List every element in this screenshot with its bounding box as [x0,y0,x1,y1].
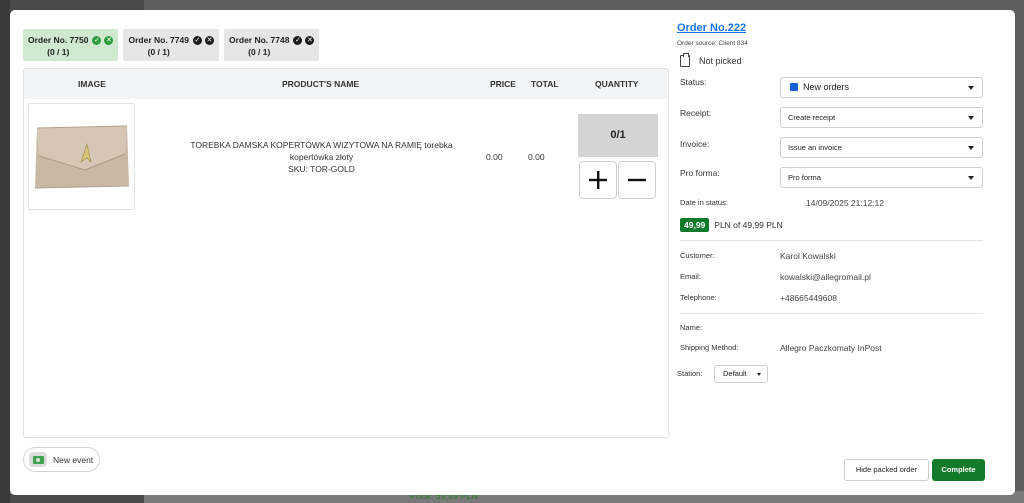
invoice-value: Issue an invoice [788,143,842,152]
product-table: IMAGE PRODUCT'S NAME PRICE TOTAL QUANTIT… [23,68,669,438]
paid-amount-badge: 49,99 [680,218,710,232]
plus-icon [589,171,607,189]
pick-status: Not picked [680,53,742,67]
caret-down-icon [968,176,974,180]
header-quantity: QUANTITY [595,79,639,89]
station-value: Default [723,369,747,378]
shipping-label: Shipping Method: [680,343,739,352]
telephone-label: Telephone: [680,293,717,302]
order-chip-title: Order No. 7749 [128,35,189,45]
product-price: 0.00 [486,152,503,162]
header-product-name: PRODUCT'S NAME [282,79,360,89]
cash-icon [29,452,47,467]
status-value: New orders [803,82,850,92]
date-value: 14/09/2025 21:12:12 [806,198,884,208]
close-icon[interactable]: ✕ [204,36,214,45]
email-value: kowalski@allegromail.pl [780,272,871,282]
check-icon: ✓ [92,36,102,45]
order-chip-title: Order No. 7750 [28,35,89,45]
product-name: TOREBKA DAMSKA KOPERTÓWKA WIZYTOWA NA RA… [190,140,453,162]
product-sku: SKU: TOR-GOLD [288,164,355,174]
divider [680,313,983,314]
decrement-button[interactable] [618,161,656,199]
order-chip-progress: (0 / 1) [47,47,70,57]
caret-down-icon [757,373,761,376]
status-color-icon [790,83,798,91]
order-chip-7750[interactable]: Order No. 7750 (0 / 1) ✓ ✕ [23,29,119,61]
paid-total-text: PLN of 49,99 PLN [714,220,783,230]
date-label: Date in status: [680,198,728,207]
station-select[interactable]: Default [714,365,768,383]
check-icon: ✓ [192,36,202,45]
customer-value: Karol Kowalski [780,251,836,261]
new-event-button[interactable]: New event [23,447,100,472]
close-icon[interactable]: ✕ [305,36,315,45]
divider [680,240,983,241]
order-source: Order source: Client 834 [677,40,748,47]
station-label: Station: [677,369,703,378]
table-row: TOREBKA DAMSKA KOPERTÓWKA WIZYTOWA NA RA… [24,99,668,219]
proforma-label: Pro forma: [680,168,720,178]
backdrop-left [0,0,10,503]
product-name-cell: TOREBKA DAMSKA KOPERTÓWKA WIZYTOWA NA RA… [169,139,474,175]
shipping-value: Allegro Paczkomaty InPost [780,343,882,353]
name-label: Name: [680,323,703,332]
receipt-select[interactable]: Create receipt [780,107,983,128]
email-label: Email: [680,272,701,281]
product-total: 0.00 [528,152,545,162]
caret-down-icon [968,86,974,90]
order-chip-7748[interactable]: Order No. 7748 (0 / 1) ✓ ✕ [223,29,320,61]
receipt-value: Create receipt [788,113,836,122]
order-chip-7749[interactable]: Order No. 7749 (0 / 1) ✓ ✕ [123,29,219,61]
close-icon[interactable]: ✕ [104,36,114,45]
order-chips: Order No. 7750 (0 / 1) ✓ ✕ Order No. 774… [23,29,320,61]
clipboard-icon [680,53,690,67]
pick-status-text: Not picked [699,56,742,66]
order-chip-progress: (0 / 1) [248,47,271,57]
customer-label: Customer: [680,251,715,260]
minus-icon [628,178,646,182]
product-image [28,103,135,210]
caret-down-icon [968,116,974,120]
invoice-label: Invoice: [680,139,710,149]
order-chip-title: Order No. 7748 [228,35,290,45]
order-modal: Order No. 7750 (0 / 1) ✓ ✕ Order No. 774… [10,10,1015,495]
increment-button[interactable] [579,161,617,199]
proforma-select[interactable]: Pro forma [780,167,983,188]
caret-down-icon [968,146,974,150]
hide-packed-order-button[interactable]: Hide packed order [844,459,929,481]
order-title-link[interactable]: Order No.222 [677,22,746,34]
check-icon: ✓ [293,36,303,45]
header-total: TOTAL [531,79,559,89]
new-event-label: New event [53,454,94,465]
status-select[interactable]: New orders [780,77,983,98]
complete-button[interactable]: Complete [932,459,985,481]
payment-row: 49,99 PLN of 49,99 PLN [680,218,783,232]
quantity-display: 0/1 [578,114,658,157]
header-price: PRICE [490,79,516,89]
telephone-value: +48665449608 [780,293,837,303]
order-chip-progress: (0 / 1) [147,47,170,57]
invoice-select[interactable]: Issue an invoice [780,137,983,158]
header-image: IMAGE [78,79,106,89]
proforma-value: Pro forma [788,173,821,182]
status-label: Status: [680,77,707,87]
table-header: IMAGE PRODUCT'S NAME PRICE TOTAL QUANTIT… [24,69,668,99]
receipt-label: Receipt: [680,108,712,118]
